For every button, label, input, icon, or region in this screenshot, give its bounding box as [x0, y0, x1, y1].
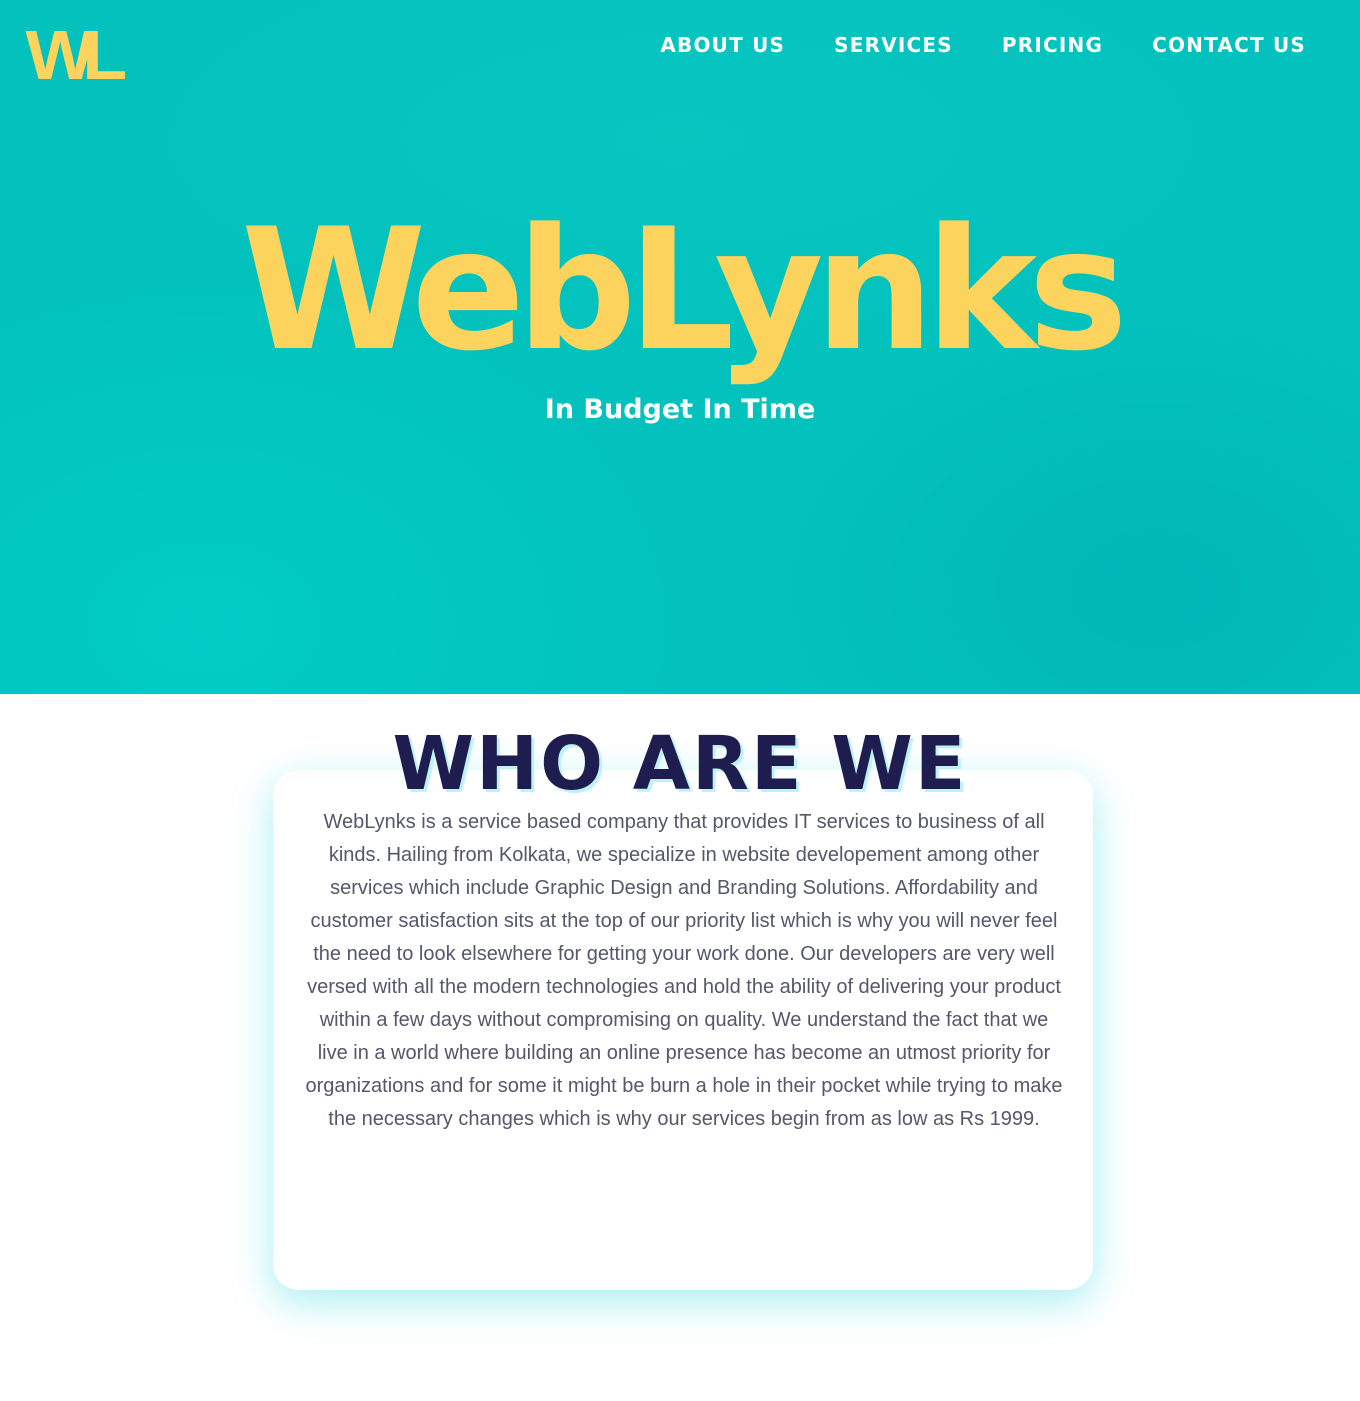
nav-services[interactable]: SERVICES	[834, 30, 953, 60]
hero-title: WebLynks	[240, 192, 1128, 388]
about-description: WebLynks is a service based company that…	[305, 811, 1063, 1130]
nav-about-us[interactable]: ABOUT US	[660, 30, 785, 60]
hero-section: WL ABOUT US SERVICES PRICING CONTACT US …	[0, 0, 1360, 694]
hero-tagline: In Budget In Time	[544, 394, 816, 425]
nav-contact-us[interactable]: CONTACT US	[1152, 30, 1306, 60]
weblynks-logo[interactable]: WL	[26, 20, 131, 90]
about-title: WHO ARE WE	[392, 721, 968, 807]
main-nav: ABOUT US SERVICES PRICING CONTACT US	[660, 30, 1306, 60]
nav-pricing[interactable]: PRICING	[1002, 30, 1103, 60]
